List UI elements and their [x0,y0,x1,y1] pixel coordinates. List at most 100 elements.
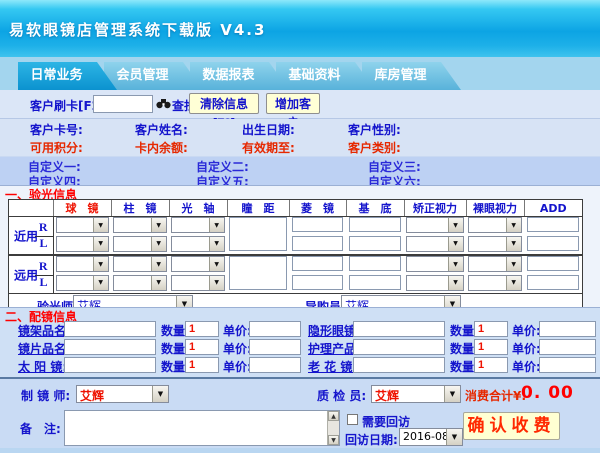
reading-glasses-qty-input[interactable] [474,357,508,373]
chevron-down-icon[interactable]: ▼ [151,276,166,290]
near-r-add-input[interactable] [527,217,579,232]
quality-inspector-value: 艾辉 [372,386,444,402]
contact-lens-input[interactable] [353,321,445,337]
far-l-sphere-combo[interactable]: ▼ [56,275,109,291]
near-l-naked-combo[interactable]: ▼ [468,236,521,252]
near-r-corrected-combo[interactable]: ▼ [406,217,463,233]
near-l-prism-input[interactable] [292,236,343,251]
chevron-down-icon[interactable]: ▼ [448,276,463,290]
lens-qty-input[interactable] [185,339,219,355]
frame-qty-input[interactable] [185,321,219,337]
customer-card-toolbar: 客户刷卡[F2]: 查找 清除信息[F3] 增加客户 [0,90,600,119]
near-l-sphere-combo[interactable]: ▼ [56,236,109,252]
sunglasses-price-input[interactable] [249,357,301,373]
near-r-prism-input[interactable] [292,217,343,232]
chevron-down-icon[interactable]: ▼ [446,429,462,445]
scroll-down-icon[interactable]: ▼ [328,435,339,445]
far-l-add-input[interactable] [527,275,579,290]
far-l-corrected-combo[interactable]: ▼ [406,275,463,291]
chevron-down-icon[interactable]: ▼ [93,257,108,271]
contact-lens-price-input[interactable] [539,321,596,337]
chevron-down-icon[interactable]: ▼ [209,218,224,232]
chevron-down-icon[interactable]: ▼ [448,257,463,271]
chevron-down-icon[interactable]: ▼ [151,237,166,251]
tab-data-reports[interactable]: 数据报表 [190,62,289,90]
chevron-down-icon[interactable]: ▼ [93,276,108,290]
chevron-down-icon[interactable]: ▼ [444,386,460,402]
chevron-down-icon[interactable]: ▼ [151,218,166,232]
near-l-corrected-combo[interactable]: ▼ [406,236,463,252]
near-l-base-input[interactable] [349,236,401,251]
remark-textarea[interactable]: ▲ ▼ [64,410,340,446]
far-r-base-input[interactable] [349,256,401,271]
care-product-qty-input[interactable] [474,339,508,355]
far-r-sphere-combo[interactable]: ▼ [56,256,109,272]
chevron-down-icon[interactable]: ▼ [152,386,168,402]
chevron-down-icon[interactable]: ▼ [93,237,108,251]
lens-price-input[interactable] [249,339,301,355]
far-r-naked-combo[interactable]: ▼ [468,256,521,272]
far-r-add-input[interactable] [527,256,579,271]
far-l-naked-combo[interactable]: ▼ [468,275,521,291]
frame-price-input[interactable] [249,321,301,337]
far-l-base-input[interactable] [349,275,401,290]
near-r-sphere-combo[interactable]: ▼ [56,217,109,233]
confirm-payment-button[interactable]: 确认收费 [463,412,560,440]
tab-member-management[interactable]: 会员管理 [104,62,203,90]
care-product-input[interactable] [353,339,445,355]
scroll-up-icon[interactable]: ▲ [328,411,339,421]
item-label-reading-glasses[interactable]: 老 花 镜: [308,358,357,375]
chevron-down-icon[interactable]: ▼ [209,237,224,251]
sunglasses-qty-input[interactable] [185,357,219,373]
tab-daily-business[interactable]: 日常业务 [18,62,117,90]
near-l-axis-combo[interactable]: ▼ [171,236,224,252]
revisit-date-combo[interactable]: 2016-08-12 ▼ [399,428,463,446]
lens-maker-combo[interactable]: 艾辉 ▼ [76,385,169,403]
item-label-frame[interactable]: 镜架品名: [18,322,71,339]
item-label-sunglasses[interactable]: 太 阳 镜: [18,358,67,375]
quality-inspector-combo[interactable]: 艾辉 ▼ [371,385,461,403]
near-l-cylinder-combo[interactable]: ▼ [113,236,166,252]
remark-scrollbar[interactable]: ▲ ▼ [327,411,339,445]
chevron-down-icon[interactable]: ▼ [151,257,166,271]
clear-info-button[interactable]: 清除信息[F3] [189,93,259,114]
far-pd-input[interactable] [229,256,286,290]
add-customer-button[interactable]: 增加客户 [266,93,320,114]
far-l-prism-input[interactable] [292,275,343,290]
near-r-cylinder-combo[interactable]: ▼ [113,217,166,233]
far-r-corrected-combo[interactable]: ▼ [406,256,463,272]
chevron-down-icon[interactable]: ▼ [209,276,224,290]
near-l-add-input[interactable] [527,236,579,251]
lens-name-input[interactable] [64,339,156,355]
chevron-down-icon[interactable]: ▼ [448,218,463,232]
far-r-prism-input[interactable] [292,256,343,271]
far-l-axis-combo[interactable]: ▼ [171,275,224,291]
far-r-axis-combo[interactable]: ▼ [171,256,224,272]
card-swipe-input[interactable] [93,95,153,113]
chevron-down-icon[interactable]: ▼ [209,257,224,271]
chevron-down-icon[interactable]: ▼ [506,276,521,290]
item-label-lens[interactable]: 镜片品名: [18,340,71,357]
far-l-cylinder-combo[interactable]: ▼ [113,275,166,291]
chevron-down-icon[interactable]: ▼ [506,237,521,251]
revisit-checkbox[interactable] [347,414,358,425]
contact-lens-qty-input[interactable] [474,321,508,337]
tab-basic-data[interactable]: 基础资料 [276,62,375,90]
near-r-naked-combo[interactable]: ▼ [468,217,521,233]
sunglasses-input[interactable] [64,357,156,373]
chevron-down-icon[interactable]: ▼ [506,218,521,232]
chevron-down-icon[interactable]: ▼ [93,218,108,232]
near-pd-input[interactable] [229,217,286,251]
col-base: 基 底 [346,200,404,217]
frame-name-input[interactable] [64,321,156,337]
far-r-cylinder-combo[interactable]: ▼ [113,256,166,272]
reading-glasses-input[interactable] [353,357,445,373]
chevron-down-icon[interactable]: ▼ [506,257,521,271]
care-product-price-input[interactable] [539,339,596,355]
reading-glasses-price-input[interactable] [539,357,596,373]
tab-label: 会员管理 [116,62,168,90]
near-r-axis-combo[interactable]: ▼ [171,217,224,233]
near-r-base-input[interactable] [349,217,401,232]
tab-warehouse[interactable]: 库房管理 [362,62,461,90]
chevron-down-icon[interactable]: ▼ [448,237,463,251]
